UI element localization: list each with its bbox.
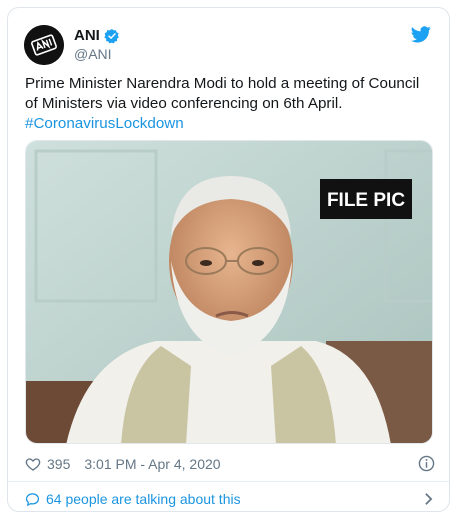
divider bbox=[8, 481, 449, 482]
ani-logo-icon bbox=[24, 25, 64, 65]
twitter-bird-icon[interactable] bbox=[411, 26, 431, 43]
tweet-card[interactable]: ANI @ANI Prime Minister Narendra Modi to… bbox=[7, 7, 450, 512]
tweet-text: Prime Minister Narendra Modi to hold a m… bbox=[25, 74, 435, 134]
display-name[interactable]: ANI bbox=[74, 27, 100, 44]
timestamp[interactable]: 3:01 PM - Apr 4, 2020 bbox=[84, 456, 220, 472]
hashtag-link[interactable]: #CoronavirusLockdown bbox=[25, 115, 184, 132]
like-count[interactable]: 395 bbox=[47, 456, 70, 472]
chevron-right-icon[interactable] bbox=[424, 492, 433, 506]
handle[interactable]: @ANI bbox=[74, 46, 112, 62]
info-icon[interactable] bbox=[418, 455, 435, 472]
tweet-body: Prime Minister Narendra Modi to hold a m… bbox=[25, 75, 420, 112]
speech-bubble-icon bbox=[25, 492, 40, 506]
file-pic-label: FILE PIC bbox=[327, 190, 405, 211]
tweet-meta: 395 3:01 PM - Apr 4, 2020 bbox=[25, 454, 435, 474]
tweet-media-image[interactable]: FILE PIC bbox=[25, 140, 433, 444]
heart-icon[interactable] bbox=[25, 456, 41, 472]
avatar[interactable] bbox=[24, 25, 64, 65]
conversation-link[interactable]: 64 people are talking about this bbox=[25, 488, 435, 510]
talking-count-label[interactable]: 64 people are talking about this bbox=[46, 491, 241, 507]
verified-badge-icon bbox=[104, 28, 119, 43]
